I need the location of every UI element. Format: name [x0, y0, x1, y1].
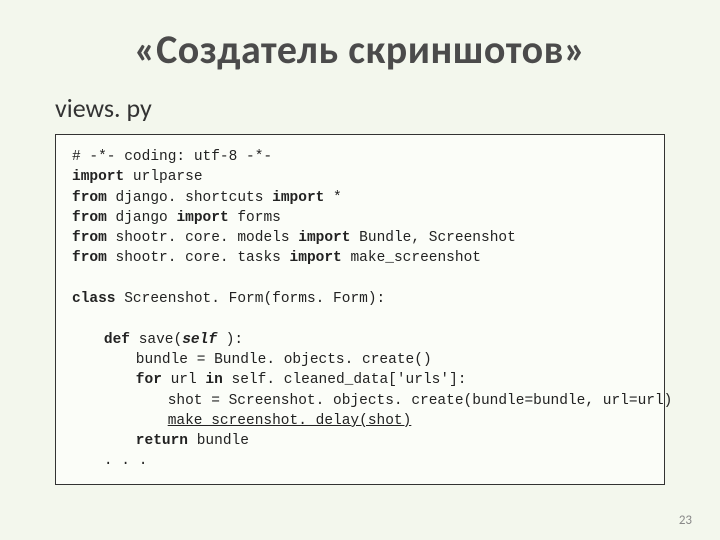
code-line: import urlparse — [72, 167, 648, 187]
code-line: return bundle — [72, 431, 648, 451]
code-line: from shootr. core. tasks import make_scr… — [72, 248, 648, 268]
filename-subtitle: views. py — [55, 92, 665, 124]
code-line: # -*- coding: utf-8 -*- — [72, 147, 648, 167]
code-line: class Screenshot. Form(forms. Form): — [72, 289, 648, 309]
code-line: bundle = Bundle. objects. create() — [72, 350, 648, 370]
code-block: # -*- coding: utf-8 -*- import urlparse … — [55, 134, 665, 485]
blank-line — [72, 309, 648, 329]
blank-line — [72, 269, 648, 289]
code-line: make screenshot. delay(shot) — [72, 411, 648, 431]
code-line: from django. shortcuts import * — [72, 188, 648, 208]
code-line: def save(self ): — [72, 330, 648, 350]
code-line: for url in self. cleaned_data['urls']: — [72, 370, 648, 390]
code-line: . . . — [72, 451, 648, 471]
slide: «Создатель скриншотов» views. py # -*- c… — [0, 0, 720, 540]
page-number: 23 — [679, 513, 692, 528]
slide-title: «Создатель скриншотов» — [55, 25, 665, 74]
code-line: from django import forms — [72, 208, 648, 228]
code-line: from shootr. core. models import Bundle,… — [72, 228, 648, 248]
code-line: shot = Screenshot. objects. create(bundl… — [72, 391, 648, 411]
